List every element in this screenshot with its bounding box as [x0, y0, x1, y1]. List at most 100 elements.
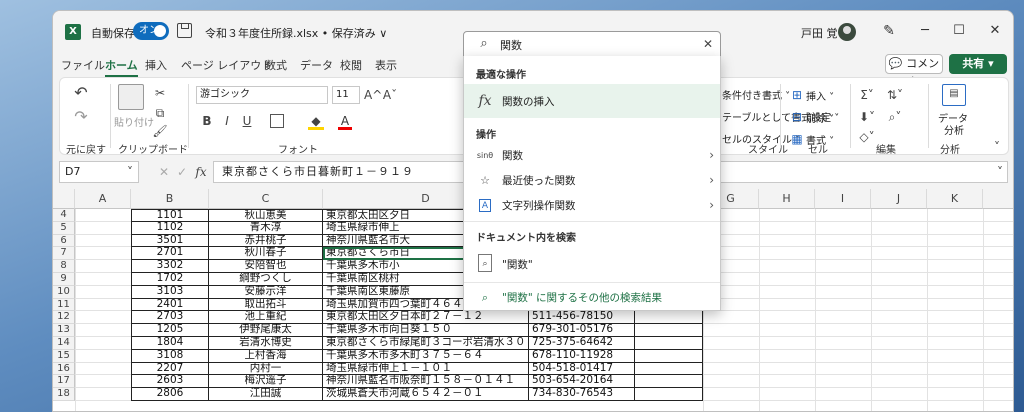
comment-button[interactable]: 💬 コメント [885, 54, 943, 88]
column-header[interactable]: H [759, 189, 815, 209]
cell-c[interactable]: 綱野つくし [209, 273, 323, 286]
cell-b[interactable]: 1102 [131, 221, 209, 235]
italic-button[interactable]: I [220, 112, 234, 130]
cell-c[interactable]: 上村香海 [209, 349, 323, 363]
cell-e[interactable]: 504-518-01417 [529, 362, 635, 376]
redo-icon[interactable]: ↷ [70, 108, 92, 126]
font-name-select[interactable]: 游ゴシック [196, 86, 328, 104]
cut-icon[interactable]: ✂ [152, 84, 168, 102]
expand-formula-icon[interactable]: ˅ [993, 163, 1007, 181]
cell-c[interactable]: 江田誠 [209, 388, 323, 401]
row-header[interactable]: 15 [53, 349, 75, 363]
cell-b[interactable]: 3103 [131, 285, 209, 299]
select-all-corner[interactable] [53, 189, 75, 209]
find-icon[interactable]: ⌕˅ [886, 108, 904, 126]
row-header[interactable]: 5 [53, 221, 75, 235]
bold-button[interactable]: B [200, 112, 214, 130]
cell-f[interactable] [635, 337, 703, 350]
collapse-ribbon-icon[interactable]: ˅ [990, 138, 1004, 156]
insert-function-result[interactable]: fx 関数の挿入 [464, 84, 720, 118]
row-header[interactable]: 17 [53, 375, 75, 389]
cell-c[interactable]: 秋山恵美 [209, 209, 323, 222]
fill-color-icon[interactable]: ◆ [308, 112, 324, 130]
recent-functions-result[interactable]: ☆ 最近使った関数 › [464, 168, 720, 193]
cell-c[interactable]: 伊野尾康太 [209, 324, 323, 337]
cell-d[interactable]: 茨城県蒼天市河蔵６５４２－０１ [323, 388, 529, 401]
cell-d[interactable]: 東京都太田区夕日本町２７－１２ [323, 311, 529, 325]
cancel-entry-icon[interactable]: ✕ [157, 163, 171, 181]
tab-formulas[interactable]: 数式 [265, 57, 287, 73]
cell-c[interactable]: 青木淳 [209, 221, 323, 235]
row-header[interactable]: 14 [53, 337, 75, 350]
autosum-icon[interactable]: Σ˅ [858, 86, 876, 104]
format-painter-icon[interactable]: 🖌 [152, 122, 168, 140]
cell-c[interactable]: 内村一 [209, 362, 323, 376]
cell-f[interactable] [635, 324, 703, 337]
underline-button[interactable]: U [240, 112, 254, 130]
cell-e[interactable]: 734-830-76543 [529, 388, 635, 401]
fill-icon[interactable]: ⬇˅ [858, 108, 876, 126]
row-header[interactable]: 4 [53, 209, 75, 222]
column-header[interactable]: C [209, 189, 323, 209]
cell-b[interactable]: 2603 [131, 375, 209, 389]
copy-icon[interactable]: ⧉ [152, 104, 168, 122]
function-menu-result[interactable]: sinθ 関数 › [464, 143, 720, 168]
column-header[interactable]: K [927, 189, 983, 209]
cell-c[interactable]: 安藤示洋 [209, 285, 323, 299]
cell-c[interactable]: 取出拓斗 [209, 298, 323, 312]
paste-icon[interactable] [118, 84, 144, 110]
save-icon[interactable] [177, 23, 192, 38]
cell-d[interactable]: 神奈川県藍名市阪奈町１５８－０１４１ [323, 375, 529, 389]
file-name[interactable]: 令和３年度住所録.xlsx • 保存済み ∨ [205, 25, 387, 41]
cell-b[interactable]: 1101 [131, 209, 209, 222]
text-functions-result[interactable]: A 文字列操作関数 › [464, 193, 720, 218]
cell-e[interactable]: 725-375-64642 [529, 337, 635, 350]
tab-review[interactable]: 校閲 [340, 57, 362, 73]
row-header[interactable]: 12 [53, 311, 75, 325]
cell-d[interactable]: 千葉県多木市向日葵１５０ [323, 324, 529, 337]
cell-b[interactable]: 3108 [131, 349, 209, 363]
cell-f[interactable] [635, 311, 703, 325]
font-color-button[interactable]: A [338, 112, 352, 130]
data-analysis-label-2[interactable]: 分析 [944, 122, 964, 137]
cell-b[interactable]: 2701 [131, 247, 209, 261]
column-header[interactable]: I [815, 189, 871, 209]
column-header[interactable]: J [871, 189, 927, 209]
search-input[interactable]: 関数 [500, 37, 522, 53]
tab-page-layout[interactable]: ページ レイアウト [181, 57, 272, 73]
cell-e[interactable]: 503-654-20164 [529, 375, 635, 389]
cell-c[interactable]: 池上重紀 [209, 311, 323, 325]
shrink-font-button[interactable]: Aˇ [382, 86, 398, 104]
insert-function-icon[interactable]: fx [193, 163, 209, 181]
close-button[interactable]: ✕ [985, 21, 1005, 41]
row-header[interactable]: 7 [53, 247, 75, 261]
font-size-select[interactable]: 11 [332, 86, 360, 104]
row-header[interactable]: 10 [53, 285, 75, 299]
tab-data[interactable]: データ [300, 57, 333, 73]
cell-e[interactable]: 679-301-05176 [529, 324, 635, 337]
cell-b[interactable]: 1702 [131, 273, 209, 286]
cell-c[interactable]: 安陪智也 [209, 260, 323, 273]
cell-e[interactable]: 511-456-78150 [529, 311, 635, 325]
cell-c[interactable]: 岩清水博史 [209, 337, 323, 350]
undo-icon[interactable]: ↶ [70, 84, 92, 102]
cell-f[interactable] [635, 362, 703, 376]
clear-icon[interactable]: ◇˅ [858, 128, 876, 146]
user-name[interactable]: 戸田 覚 [801, 25, 838, 41]
row-header[interactable]: 6 [53, 234, 75, 248]
cell-b[interactable]: 3501 [131, 234, 209, 248]
confirm-entry-icon[interactable]: ✓ [175, 163, 189, 181]
pen-icon[interactable]: ✎ [879, 21, 899, 41]
row-header[interactable]: 9 [53, 273, 75, 286]
cell-b[interactable]: 2401 [131, 298, 209, 312]
cell-d[interactable]: 千葉県多木市多木町３７５－６４ [323, 349, 529, 363]
cell-c[interactable]: 赤井桃子 [209, 234, 323, 248]
cell-b[interactable]: 2207 [131, 362, 209, 376]
maximize-button[interactable]: ☐ [949, 21, 969, 41]
cell-b[interactable]: 1205 [131, 324, 209, 337]
cell-b[interactable]: 1804 [131, 337, 209, 350]
tab-file[interactable]: ファイル [61, 57, 105, 73]
clear-search-icon[interactable]: ✕ [700, 35, 716, 53]
more-results-link[interactable]: ⌕ "関数" に関するその他の検索結果 [464, 285, 720, 310]
name-box-chevron-icon[interactable]: ˅ [123, 163, 137, 181]
